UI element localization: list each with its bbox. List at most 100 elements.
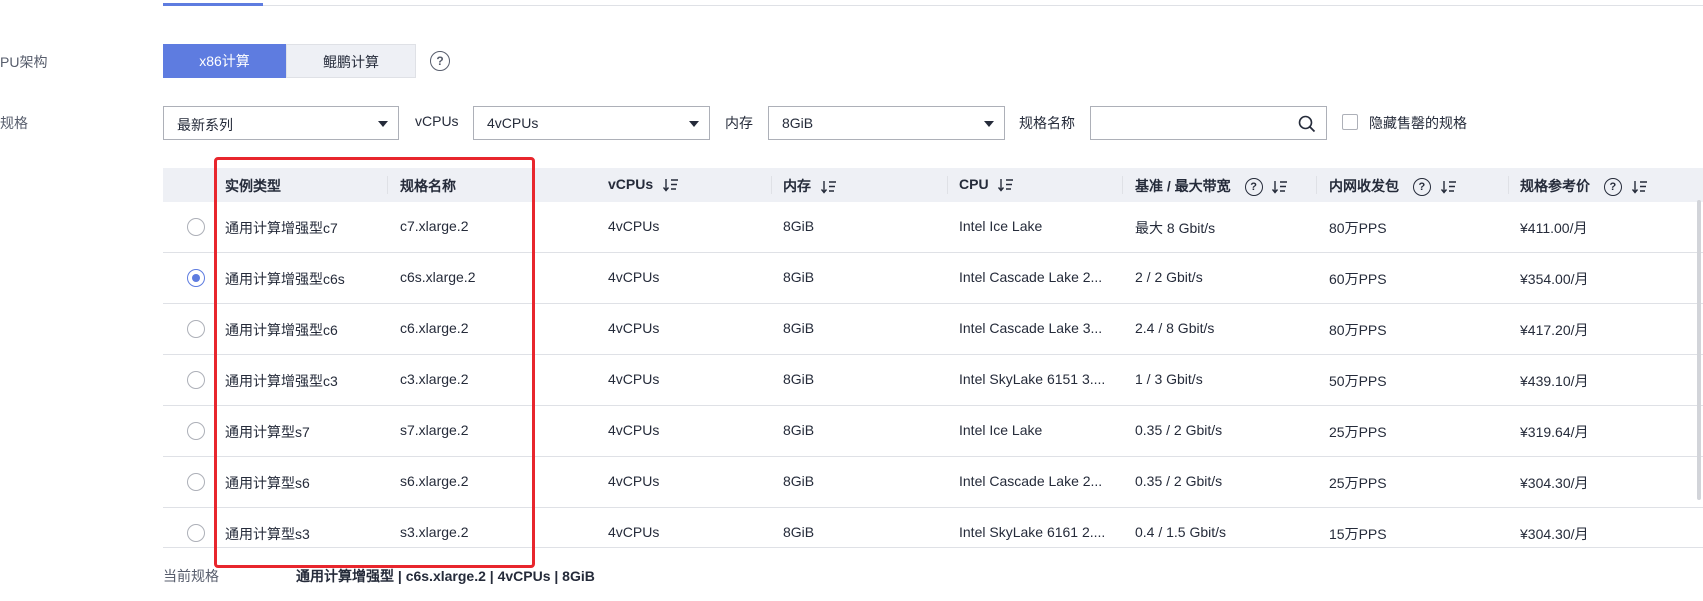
cell-bandwidth: 1 / 3 Gbit/s [1135, 371, 1203, 387]
cell-vcpus: 4vCPUs [608, 218, 660, 234]
cpu-arch-help-icon[interactable]: ? [430, 51, 450, 71]
row-radio[interactable] [187, 320, 205, 338]
search-icon[interactable] [1298, 115, 1316, 133]
vcpus-select-value: 4vCPUs [487, 115, 539, 131]
header-price-label: 规格参考价 [1520, 178, 1590, 194]
vcpus-select[interactable]: 4vCPUs [473, 106, 710, 140]
cell-price: ¥411.00/月 [1520, 220, 1588, 236]
memory-select-value: 8GiB [782, 115, 814, 131]
tab-active-indicator [163, 3, 263, 6]
cell-cpu: Intel SkyLake 6151 3.... [959, 371, 1106, 387]
cell-cpu: Intel SkyLake 6161 2.... [959, 524, 1106, 540]
cell-price: ¥439.10/月 [1520, 373, 1589, 389]
caret-down-icon [984, 121, 994, 127]
cpu-arch-label: PU架构 [0, 54, 48, 70]
spec-name-filter-label: 规格名称 [1019, 115, 1075, 131]
header-pps-label: 内网收发包 [1329, 178, 1399, 194]
row-radio[interactable] [187, 524, 205, 542]
cell-pps: 80万PPS [1329, 322, 1387, 338]
cell-memory: 8GiB [783, 422, 815, 438]
cell-price: ¥304.30/月 [1520, 475, 1589, 491]
cell-cpu: Intel Ice Lake [959, 422, 1043, 438]
memory-select[interactable]: 8GiB [768, 106, 1005, 140]
cell-pps: 25万PPS [1329, 424, 1387, 440]
sort-icon[interactable] [1631, 180, 1648, 194]
column-divider [1316, 176, 1317, 194]
cell-bandwidth: 0.4 / 1.5 Gbit/s [1135, 524, 1227, 540]
row-radio[interactable] [187, 422, 205, 440]
cell-pps: 25万PPS [1329, 475, 1387, 491]
table-scrollbar[interactable] [1697, 200, 1701, 500]
cell-bandwidth: 最大 8 Gbit/s [1135, 220, 1216, 236]
header-cpu[interactable]: CPU [959, 176, 1014, 192]
cell-vcpus: 4vCPUs [608, 320, 660, 336]
header-pps[interactable]: 内网收发包 ? [1329, 176, 1457, 197]
cell-vcpus: 4vCPUs [608, 371, 660, 387]
sort-icon[interactable] [1440, 180, 1457, 194]
highlight-annotation-box [214, 157, 535, 568]
cell-vcpus: 4vCPUs [608, 269, 660, 285]
header-memory[interactable]: 内存 [783, 176, 837, 196]
vcpus-filter-label: vCPUs [415, 113, 459, 129]
row-radio[interactable] [187, 473, 205, 491]
sort-icon[interactable] [998, 178, 1014, 192]
hide-soldout-label: 隐藏售罄的规格 [1369, 115, 1467, 131]
cell-vcpus: 4vCPUs [608, 473, 660, 489]
caret-down-icon [689, 121, 699, 127]
series-select[interactable]: 最新系列 [163, 106, 399, 140]
question-circle-icon[interactable]: ? [1412, 178, 1431, 197]
tab-strip-divider [163, 5, 1703, 6]
cell-cpu: Intel Ice Lake [959, 218, 1043, 234]
caret-down-icon [378, 121, 388, 127]
cell-vcpus: 4vCPUs [608, 524, 660, 540]
hide-soldout-checkbox[interactable] [1342, 114, 1358, 130]
column-divider [1508, 176, 1509, 194]
cell-memory: 8GiB [783, 473, 815, 489]
question-circle-icon[interactable]: ? [1244, 178, 1263, 197]
spec-name-search-input[interactable] [1090, 106, 1327, 140]
cpu-arch-x86-button[interactable]: x86计算 [163, 44, 286, 78]
column-divider [771, 176, 772, 194]
question-circle-icon[interactable]: ? [1603, 178, 1622, 197]
cell-price: ¥304.30/月 [1520, 526, 1589, 542]
series-select-value: 最新系列 [177, 117, 233, 133]
spec-label: 规格 [0, 115, 28, 131]
cell-bandwidth: 0.35 / 2 Gbit/s [1135, 473, 1223, 489]
cell-price: ¥319.64/月 [1520, 424, 1589, 440]
column-divider [1122, 176, 1123, 194]
cell-pps: 80万PPS [1329, 220, 1387, 236]
row-radio[interactable] [187, 371, 205, 389]
cell-price: ¥354.00/月 [1520, 271, 1589, 287]
cell-memory: 8GiB [783, 371, 815, 387]
cell-cpu: Intel Cascade Lake 2... [959, 269, 1103, 285]
row-radio[interactable] [187, 269, 205, 287]
header-cpu-label: CPU [959, 176, 989, 192]
header-bandwidth-label: 基准 / 最大带宽 [1135, 178, 1231, 194]
header-price[interactable]: 规格参考价 ? [1520, 176, 1648, 197]
cell-pps: 15万PPS [1329, 526, 1387, 542]
header-memory-label: 内存 [783, 178, 811, 194]
cell-pps: 60万PPS [1329, 271, 1387, 287]
sort-icon[interactable] [1272, 180, 1288, 194]
cell-memory: 8GiB [783, 218, 815, 234]
current-spec-value: 通用计算增强型 | c6s.xlarge.2 | 4vCPUs | 8GiB [296, 568, 595, 584]
cell-price: ¥417.20/月 [1520, 322, 1589, 338]
cell-pps: 50万PPS [1329, 373, 1387, 389]
row-radio[interactable] [187, 218, 205, 236]
header-vcpus[interactable]: vCPUs [608, 176, 679, 192]
header-vcpus-label: vCPUs [608, 176, 654, 192]
memory-filter-label: 内存 [725, 115, 753, 131]
cell-bandwidth: 2 / 2 Gbit/s [1135, 269, 1203, 285]
cell-cpu: Intel Cascade Lake 2... [959, 473, 1103, 489]
cpu-arch-kunpeng-button[interactable]: 鲲鹏计算 [286, 44, 416, 78]
cell-memory: 8GiB [783, 320, 815, 336]
cell-memory: 8GiB [783, 524, 815, 540]
sort-icon[interactable] [820, 180, 837, 194]
column-divider [947, 176, 948, 194]
sort-icon[interactable] [663, 178, 679, 192]
cell-cpu: Intel Cascade Lake 3... [959, 320, 1103, 336]
cell-vcpus: 4vCPUs [608, 422, 660, 438]
current-spec-label: 当前规格 [163, 568, 219, 584]
header-bandwidth[interactable]: 基准 / 最大带宽 ? [1135, 176, 1288, 197]
cell-bandwidth: 0.35 / 2 Gbit/s [1135, 422, 1223, 438]
